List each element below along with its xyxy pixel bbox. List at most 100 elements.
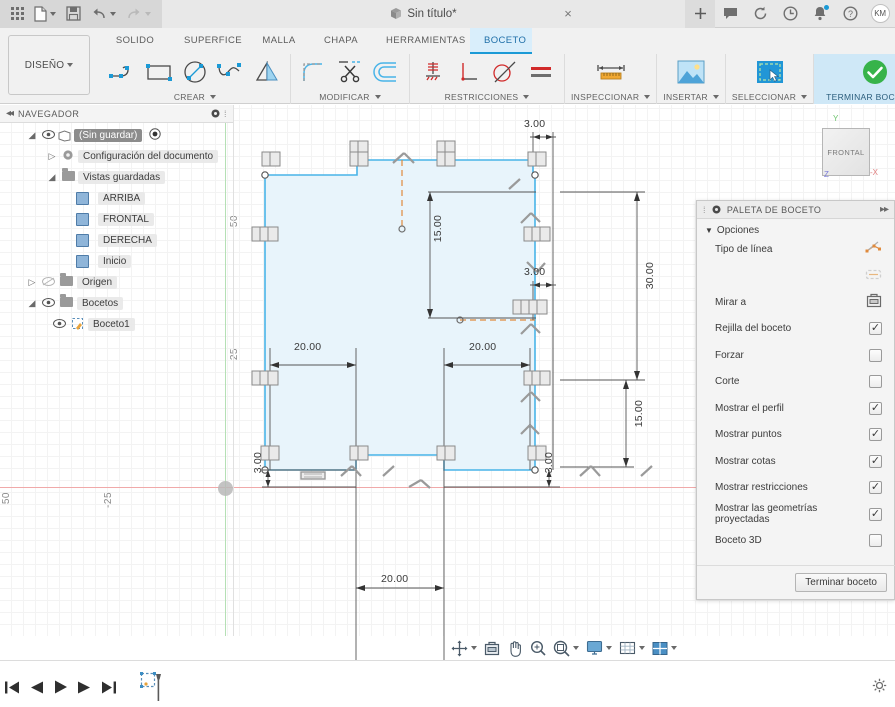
display-settings-button[interactable] bbox=[583, 637, 615, 659]
user-account-button[interactable]: KM bbox=[865, 0, 895, 28]
workspace-selector[interactable]: DISEÑO bbox=[8, 35, 90, 95]
checkbox-rejilla-del-boceto[interactable] bbox=[869, 322, 882, 336]
rectangle-tool-button[interactable] bbox=[142, 56, 176, 88]
dimension-20-bottom[interactable]: 20.00 bbox=[381, 573, 408, 585]
tab-superfice[interactable]: SUPERFICE bbox=[170, 28, 248, 54]
dimension-3-top[interactable]: 3.00 bbox=[524, 118, 545, 130]
settings-dot-icon[interactable] bbox=[712, 205, 721, 214]
expand-arrow-icon[interactable]: ◢ bbox=[46, 172, 58, 183]
perpendicular-constraint-button[interactable] bbox=[452, 56, 486, 88]
tree-item-view-arriba[interactable]: ARRIBA bbox=[0, 188, 233, 209]
fix-constraint-button[interactable] bbox=[416, 56, 450, 88]
visibility-eye-icon[interactable] bbox=[41, 297, 55, 310]
expand-arrow-icon[interactable]: ▷ bbox=[26, 277, 38, 288]
dimension-20-left[interactable]: 20.00 bbox=[294, 341, 321, 353]
dimension-30-right[interactable]: 30.00 bbox=[644, 262, 656, 289]
undo-button[interactable] bbox=[86, 0, 121, 28]
activate-component-radio-icon[interactable] bbox=[149, 128, 162, 143]
expand-arrow-icon[interactable]: ▷ bbox=[46, 151, 58, 162]
view-cube-face[interactable]: FRONTAL bbox=[822, 128, 870, 176]
step-back-button[interactable] bbox=[29, 680, 44, 695]
tree-item-saved-views[interactable]: ◢ Vistas guardadas bbox=[0, 167, 233, 188]
visibility-eye-icon[interactable] bbox=[52, 318, 66, 331]
tab-boceto[interactable]: BOCETO bbox=[470, 28, 532, 54]
palette-row-tipo-de-linea[interactable]: Tipo de línea bbox=[697, 236, 894, 263]
dimension-15-lower[interactable]: 15.00 bbox=[633, 400, 645, 427]
go-to-end-button[interactable] bbox=[101, 680, 117, 695]
expand-right-icon[interactable]: ▸▸ bbox=[880, 204, 889, 215]
mirror-tool-button[interactable] bbox=[250, 56, 284, 88]
checkbox-mostrar-cotas[interactable] bbox=[869, 454, 882, 468]
close-tab-button[interactable]: × bbox=[561, 7, 575, 21]
tab-malla[interactable]: MALLA bbox=[248, 28, 310, 54]
checkbox-corte[interactable] bbox=[869, 375, 882, 389]
expand-arrow-icon[interactable]: ◢ bbox=[26, 298, 38, 309]
offset-tool-button[interactable] bbox=[369, 56, 403, 88]
expand-arrow-icon[interactable]: ◢ bbox=[26, 130, 38, 141]
play-button[interactable] bbox=[53, 679, 68, 695]
visibility-eye-off-icon[interactable] bbox=[41, 276, 55, 289]
pan-button[interactable] bbox=[504, 637, 526, 659]
dimension-3-bottom-right[interactable]: 3.00 bbox=[543, 452, 555, 473]
tree-item-view-frontal[interactable]: FRONTAL bbox=[0, 209, 233, 230]
step-forward-button[interactable] bbox=[77, 680, 92, 695]
new-document-button[interactable] bbox=[29, 0, 61, 28]
dimension-20-right[interactable]: 20.00 bbox=[469, 341, 496, 353]
checkbox-mostrar-geometrias-proyectadas[interactable] bbox=[869, 507, 882, 521]
checkbox-forzar[interactable] bbox=[869, 348, 882, 362]
dimension-3-bottom-left[interactable]: 3.00 bbox=[252, 452, 264, 473]
dimension-15-top[interactable]: 15.00 bbox=[432, 215, 444, 242]
refresh-button[interactable] bbox=[745, 0, 775, 28]
panel-terminar-label[interactable]: TERMINAR BOCETO bbox=[820, 90, 895, 104]
palette-row-forzar[interactable]: Forzar bbox=[697, 342, 894, 369]
document-tab[interactable]: Sin título* bbox=[162, 0, 685, 28]
add-tab-button[interactable] bbox=[685, 0, 715, 28]
palette-row-corte[interactable]: Corte bbox=[697, 369, 894, 396]
panel-inspeccionar-label[interactable]: INSPECCIONAR bbox=[571, 90, 651, 104]
tree-item-document-settings[interactable]: ▷ Configuración del documento bbox=[0, 146, 233, 167]
grid-snaps-button[interactable] bbox=[616, 637, 648, 659]
tree-item-origen[interactable]: ▷ Origen bbox=[0, 272, 233, 293]
line-tool-button[interactable] bbox=[106, 56, 140, 88]
apps-grid-button[interactable] bbox=[6, 0, 29, 28]
job-status-button[interactable] bbox=[775, 0, 805, 28]
visibility-eye-icon[interactable] bbox=[41, 129, 55, 142]
look-at-icon[interactable] bbox=[866, 293, 882, 311]
look-at-button[interactable] bbox=[481, 637, 503, 659]
tab-herramientas[interactable]: HERRAMIENTAS bbox=[372, 28, 470, 54]
fillet-tool-button[interactable] bbox=[297, 56, 331, 88]
comments-button[interactable] bbox=[715, 0, 745, 28]
insert-image-button[interactable] bbox=[671, 56, 711, 88]
checkbox-mostrar-puntos[interactable] bbox=[869, 428, 882, 442]
measure-tool-button[interactable] bbox=[591, 56, 631, 88]
palette-row-mostrar-puntos[interactable]: Mostrar puntos bbox=[697, 422, 894, 449]
viewports-button[interactable] bbox=[649, 637, 680, 659]
tree-item-root[interactable]: ◢ (Sin guardar) bbox=[0, 125, 233, 146]
finish-sketch-button[interactable] bbox=[855, 56, 895, 88]
tree-item-bocetos[interactable]: ◢ Bocetos bbox=[0, 293, 233, 314]
palette-row-mostrar-restricciones[interactable]: Mostrar restricciones bbox=[697, 475, 894, 502]
save-button[interactable] bbox=[61, 0, 86, 28]
tree-item-boceto1[interactable]: Boceto1 bbox=[0, 314, 233, 335]
redo-button[interactable] bbox=[121, 0, 156, 28]
timeline-settings-button[interactable] bbox=[872, 678, 887, 696]
tangent-constraint-button[interactable] bbox=[488, 56, 522, 88]
collapse-left-icon[interactable]: ◂◂ bbox=[6, 108, 14, 119]
linetype-icon[interactable] bbox=[865, 240, 882, 258]
orbit-button[interactable] bbox=[448, 637, 480, 659]
panel-crear-label[interactable]: CREAR bbox=[106, 90, 284, 104]
trim-tool-button[interactable] bbox=[333, 56, 367, 88]
tree-item-view-inicio[interactable]: Inicio bbox=[0, 251, 233, 272]
panel-seleccionar-label[interactable]: SELECCIONAR bbox=[732, 90, 808, 104]
navigator-header-actions[interactable]: ⁞ bbox=[211, 109, 227, 119]
palette-row-mostrar-el-perfil[interactable]: Mostrar el perfil bbox=[697, 395, 894, 422]
selection-tool-button[interactable] bbox=[750, 56, 790, 88]
timeline-sketch-feature[interactable] bbox=[140, 672, 164, 702]
spline-tool-button[interactable] bbox=[214, 56, 248, 88]
options-section-header[interactable]: ▼ Opciones bbox=[697, 219, 894, 236]
panel-insertar-label[interactable]: INSERTAR bbox=[663, 90, 719, 104]
palette-row-construction[interactable] bbox=[697, 263, 894, 290]
panel-modificar-label[interactable]: MODIFICAR bbox=[297, 90, 403, 104]
help-button[interactable]: ? bbox=[835, 0, 865, 28]
checkbox-mostrar-restricciones[interactable] bbox=[869, 481, 882, 495]
